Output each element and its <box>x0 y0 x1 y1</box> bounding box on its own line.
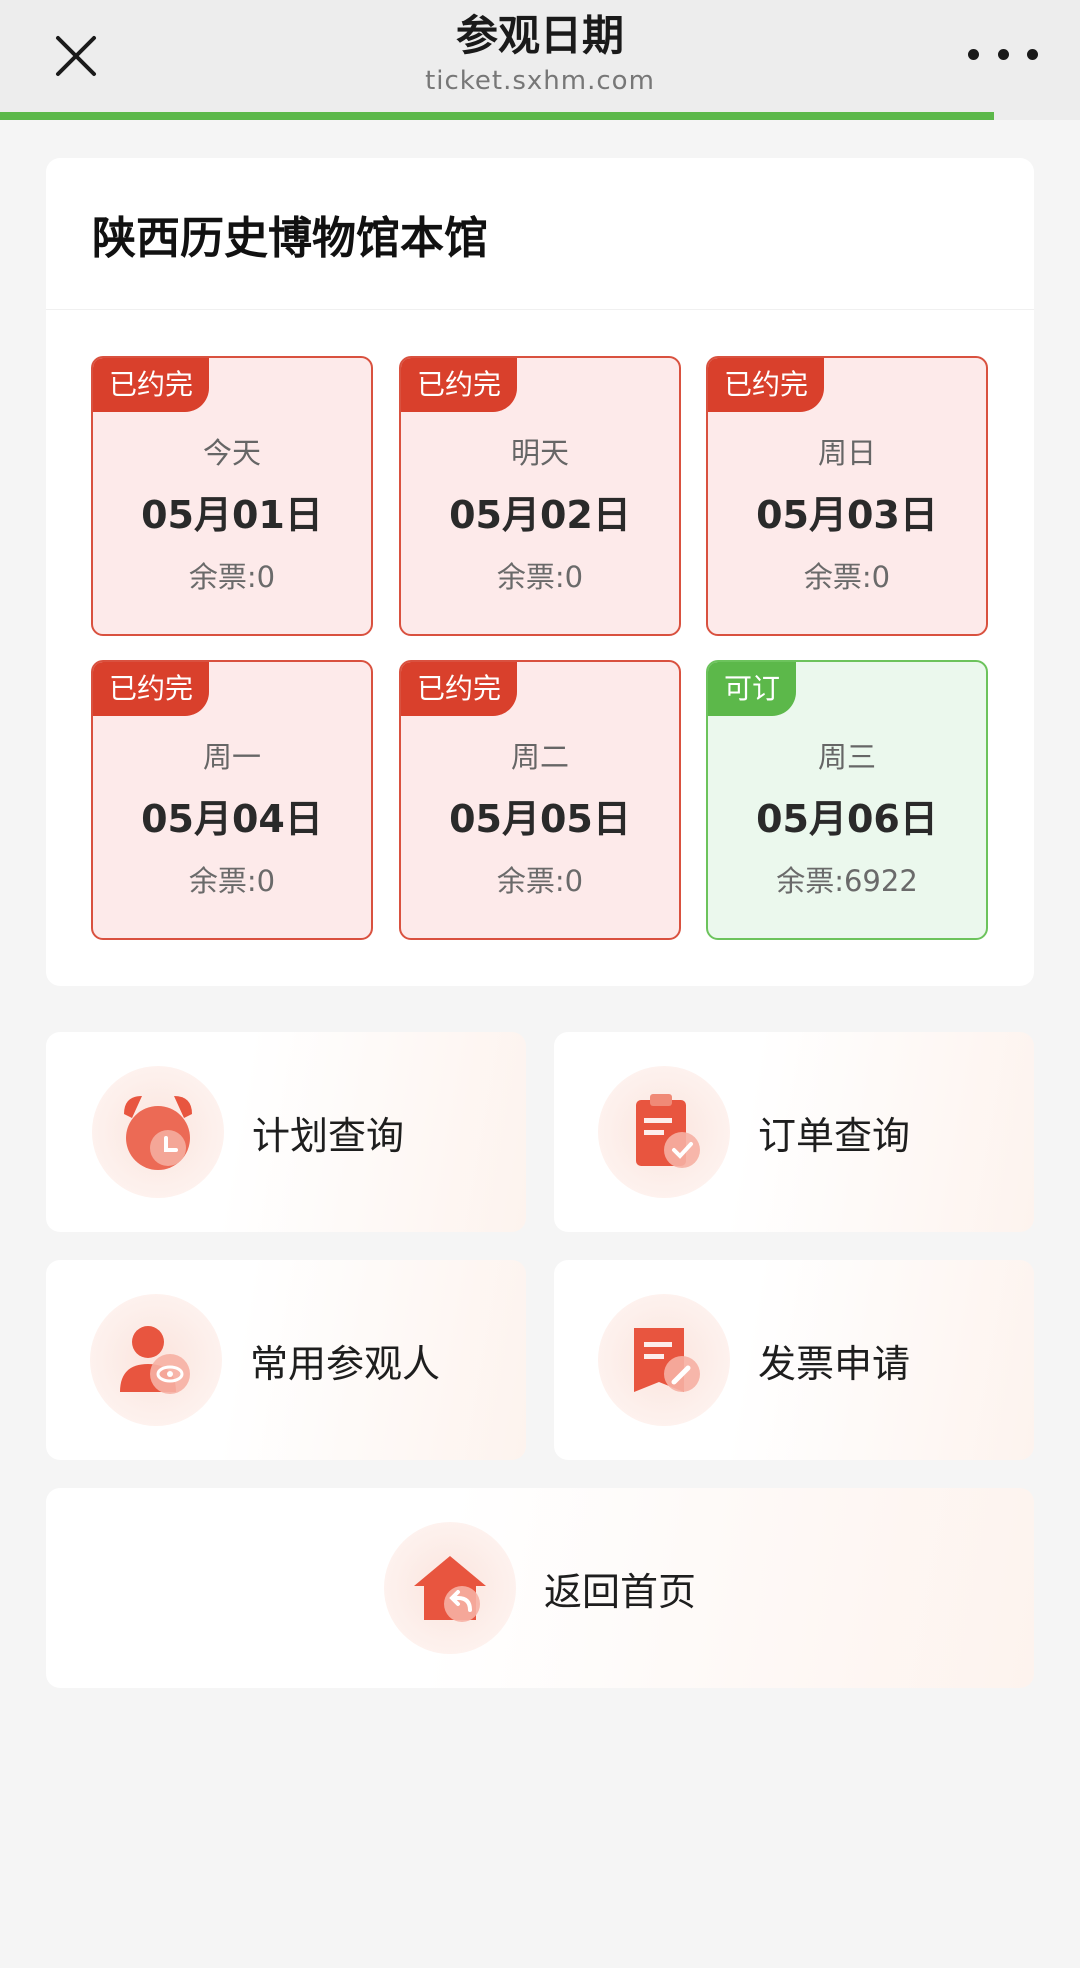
date-weekday: 周一 <box>202 740 261 774</box>
page-load-progress <box>0 112 1080 120</box>
date-value: 05月06日 <box>756 797 938 841</box>
clipboard-check-icon <box>636 1094 700 1168</box>
status-badge: 已约完 <box>401 662 518 716</box>
order-query-button[interactable]: 订单查询 <box>554 1032 1034 1232</box>
remaining-tickets: 余票:0 <box>188 864 276 898</box>
invoice-label: 发票申请 <box>758 1341 911 1386</box>
date-value: 05月05日 <box>449 797 631 841</box>
page-load-progress-fill <box>0 112 994 120</box>
date-weekday: 明天 <box>510 436 569 470</box>
house-return-icon <box>413 1556 486 1622</box>
more-icon-dot <box>997 48 1009 60</box>
order-query-label: 订单查询 <box>758 1113 911 1158</box>
home-button[interactable]: 返回首页 <box>46 1488 1034 1688</box>
more-icon <box>968 48 979 60</box>
status-badge: 可订 <box>708 662 797 716</box>
museum-date-card: 陕西历史博物馆本馆 已约完 今天 05月01日 余票:0 已约完 明天 05月02日 余票:0… <box>46 158 1034 986</box>
museum-name: 陕西历史博物馆本馆 <box>46 158 1034 310</box>
remaining-tickets: 余票:0 <box>496 864 584 898</box>
date-grid: 已约完 今天 05月01日 余票:0 已约完 明天 05月02日 余票:0 已约完 周日 05月03… <box>91 356 989 940</box>
more-icon-dot <box>1027 48 1038 60</box>
page-domain: ticket.sxhm.com <box>425 66 655 96</box>
order-icon-wrap <box>598 1066 730 1198</box>
date-value: 05月03日 <box>756 493 938 537</box>
date-option-6[interactable]: 可订 周三 05月06日余票:6922 <box>706 660 988 940</box>
visitors-icon-wrap <box>90 1294 222 1426</box>
plan-query-label: 计划查询 <box>252 1113 405 1158</box>
document-edit-icon <box>634 1328 700 1392</box>
remaining-tickets: 余票:0 <box>803 560 891 594</box>
date-option-3[interactable]: 已约完周日 05月03日余票:0 <box>706 356 988 636</box>
date-weekday: 周日 <box>817 436 876 470</box>
more-button[interactable] <box>968 34 1038 74</box>
invoice-button[interactable]: 发票申请 <box>554 1260 1034 1460</box>
remaining-tickets: 余票:0 <box>496 560 584 594</box>
status-badge: 已约完 <box>93 662 210 716</box>
top-nav-bar: 参观日期 ticket.sxhm.com <box>0 0 1080 112</box>
page-title: 参观日期 <box>455 11 624 60</box>
alarm-clock-icon <box>124 1096 192 1170</box>
date-option-4[interactable]: 已约完周一 05月04日余票:0 <box>91 660 373 940</box>
home-label: 返回首页 <box>543 1569 696 1614</box>
invoice-icon-wrap <box>598 1294 730 1426</box>
date-weekday: 周二 <box>510 740 569 774</box>
date-value: 05月02日 <box>449 493 631 537</box>
status-badge: 已约完 <box>93 358 210 412</box>
status-badge: 已约完 <box>708 358 825 412</box>
status-badge: 已约完 <box>401 358 518 412</box>
remaining-tickets: 余票:6922 <box>776 864 918 898</box>
date-weekday: 周三 <box>817 740 876 774</box>
date-value: 05月04日 <box>141 797 323 841</box>
person-eye-icon <box>120 1326 190 1394</box>
home-icon-wrap <box>383 1522 516 1654</box>
remaining-tickets: 余票:0 <box>188 560 276 594</box>
date-option-2[interactable]: 已约完明天 05月02日余票:0 <box>399 356 681 636</box>
title-block: 参观日期 ticket.sxhm.com <box>0 6 1080 96</box>
date-value: 05月01日 <box>141 493 323 537</box>
date-weekday: 今天 <box>202 436 261 470</box>
date-option-5[interactable]: 已约完周二 05月05日余票:0 <box>399 660 681 940</box>
visitors-button[interactable]: 常用参观人 <box>46 1260 526 1460</box>
plan-query-button[interactable]: 计划查询 <box>46 1032 526 1232</box>
plan-icon-wrap <box>92 1066 224 1198</box>
visitors-label: 常用参观人 <box>250 1341 441 1386</box>
date-option-1[interactable]: 已约完今天 05月01日余票:0 <box>91 356 373 636</box>
